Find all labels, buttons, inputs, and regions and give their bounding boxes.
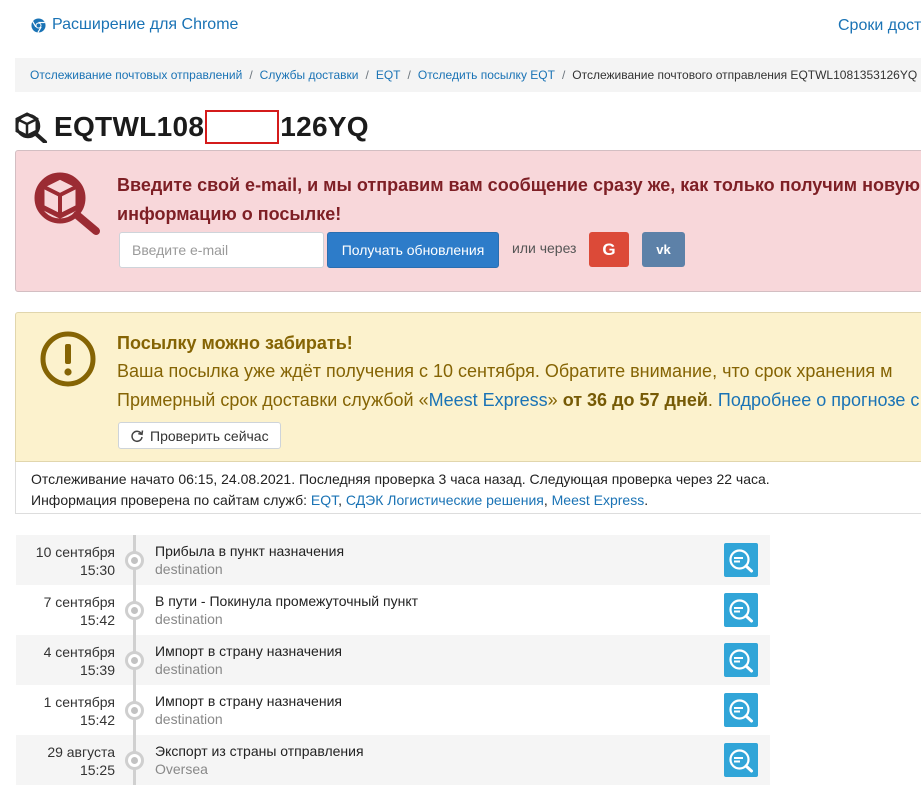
- timeline-dot: [125, 751, 144, 770]
- tracking-event: 1 сентября 15:42 Импорт в страну назначе…: [16, 685, 770, 735]
- event-date: 29 августа: [47, 744, 115, 760]
- email-field[interactable]: [119, 232, 324, 268]
- event-date: 7 сентября: [43, 594, 115, 610]
- event-location: destination: [155, 611, 223, 627]
- package-search-icon: [34, 172, 100, 235]
- vk-icon: vk: [656, 242, 671, 257]
- delivery-terms-link[interactable]: Сроки доста: [838, 17, 921, 35]
- event-time: 15:30: [79, 562, 115, 578]
- track-search-icon: [729, 749, 753, 773]
- estimate-suffix: .: [707, 390, 718, 410]
- breadcrumb-separator: /: [407, 68, 411, 82]
- package-search-icon: [15, 112, 47, 143]
- event-location: destination: [155, 711, 223, 727]
- forecast-details-link[interactable]: Подробнее о прогнозе с: [718, 390, 920, 410]
- event-time: 15:42: [79, 612, 115, 628]
- estimate-mid: »: [547, 390, 563, 410]
- event-title: Экспорт из страны отправления: [155, 743, 364, 759]
- redaction-box: [205, 110, 280, 144]
- timeline-dot: [125, 651, 144, 670]
- event-datetime: 1 сентября 15:42: [16, 693, 115, 729]
- breadcrumb-separator: /: [561, 68, 566, 82]
- track-search-icon: [729, 599, 753, 623]
- breadcrumb-separator: /: [365, 68, 369, 82]
- refresh-icon: [131, 429, 144, 442]
- event-date: 4 сентября: [43, 644, 115, 660]
- chrome-icon: [31, 17, 46, 33]
- tracking-event: 10 сентября 15:30 Прибыла в пункт назнач…: [16, 535, 770, 585]
- event-title: Импорт в страну назначения: [155, 693, 342, 709]
- event-time: 15:25: [79, 762, 115, 778]
- status-headline: Посылку можно забирать!: [117, 333, 353, 353]
- track-search-icon: [729, 699, 753, 723]
- tracking-events-list: 10 сентября 15:30 Прибыла в пункт назнач…: [16, 535, 770, 785]
- event-time: 15:42: [79, 712, 115, 728]
- event-datetime: 4 сентября 15:39: [16, 643, 115, 679]
- subscribe-alert: Введите свой e-mail, и мы отправим вам с…: [15, 150, 921, 292]
- status-alert: Посылку можно забирать! Ваша посылка уже…: [15, 312, 921, 462]
- event-details-button[interactable]: [724, 593, 758, 627]
- event-details-button[interactable]: [724, 693, 758, 727]
- services-checked-text: Информация проверена по сайтам служб: EQ…: [31, 492, 649, 508]
- tracking-event: 4 сентября 15:39 Импорт в страну назначе…: [16, 635, 770, 685]
- event-date: 10 сентября: [35, 544, 115, 560]
- event-title: Импорт в страну назначения: [155, 643, 342, 659]
- event-details-button[interactable]: [724, 543, 758, 577]
- tracking-started-text: Отслеживание начато 06:15, 24.08.2021. П…: [31, 471, 770, 487]
- tracking-number-suffix: 126YQ: [280, 111, 369, 142]
- services-suffix: .: [644, 492, 649, 508]
- subscribe-message: Введите свой e-mail, и мы отправим вам с…: [117, 175, 920, 224]
- status-delivery-estimate: Примерный срок доставки службой «Meest E…: [117, 390, 919, 411]
- timeline-dot: [125, 701, 144, 720]
- tracking-number-prefix: EQTWL108: [54, 111, 205, 142]
- timeline-dot: [125, 601, 144, 620]
- delivery-duration: от 36 до 57 дней: [562, 390, 708, 410]
- check-now-button[interactable]: Проверить сейчас: [118, 422, 281, 449]
- breadcrumb: Отслеживание почтовых отправлений / Служ…: [15, 58, 921, 92]
- timeline-dot: [125, 551, 144, 570]
- services-prefix: Информация проверена по сайтам служб:: [31, 492, 311, 508]
- service-link-eqt[interactable]: EQT: [311, 492, 338, 508]
- event-title: Прибыла в пункт назначения: [155, 543, 345, 559]
- event-datetime: 7 сентября 15:42: [16, 593, 115, 629]
- service-link-meest[interactable]: Meest Express: [552, 492, 645, 508]
- event-details-button[interactable]: [724, 643, 758, 677]
- status-storage-text: Ваша посылка уже ждёт получения с 10 сен…: [117, 361, 893, 381]
- event-details-button[interactable]: [724, 743, 758, 777]
- event-location: Oversea: [155, 761, 208, 777]
- exclamation-icon: [40, 331, 96, 387]
- get-updates-button[interactable]: Получать обновления: [327, 232, 499, 268]
- event-location: destination: [155, 561, 223, 577]
- event-location: destination: [155, 661, 223, 677]
- page-title: EQTWL108 126YQ: [14, 110, 369, 144]
- event-datetime: 10 сентября 15:30: [16, 543, 115, 579]
- breadcrumb-link[interactable]: Отслеживание почтовых отправлений: [30, 68, 242, 82]
- breadcrumb-link[interactable]: Отследить посылку EQT: [418, 68, 555, 82]
- breadcrumb-link[interactable]: Службы доставки: [260, 68, 359, 82]
- chrome-extension-label: Расширение для Chrome: [52, 16, 239, 33]
- track-search-icon: [729, 649, 753, 673]
- breadcrumb-current: Отслеживание почтового отправления EQTWL…: [572, 68, 918, 82]
- tracking-event: 7 сентября 15:42 В пути - Покинула проме…: [16, 585, 770, 635]
- breadcrumb-link[interactable]: EQT: [376, 68, 401, 82]
- track-search-icon: [729, 549, 753, 573]
- event-datetime: 29 августа 15:25: [16, 743, 115, 779]
- check-now-label: Проверить сейчас: [150, 427, 269, 444]
- or-via-label: или через: [512, 240, 577, 256]
- chrome-extension-link[interactable]: Расширение для Chrome: [31, 16, 238, 34]
- estimate-prefix: Примерный срок доставки службой «: [117, 390, 429, 410]
- top-bar: Расширение для Chrome Сроки доста: [0, 0, 921, 52]
- event-time: 15:39: [79, 662, 115, 678]
- google-login-button[interactable]: G: [589, 232, 629, 267]
- event-date: 1 сентября: [43, 694, 115, 710]
- service-link-cdek[interactable]: СДЭК Логистические решения: [346, 492, 544, 508]
- tracking-info: Отслеживание начато 06:15, 24.08.2021. П…: [15, 462, 921, 514]
- event-title: В пути - Покинула промежуточный пункт: [155, 593, 419, 609]
- breadcrumb-separator: /: [249, 68, 253, 82]
- google-icon: G: [602, 239, 616, 259]
- tracking-event: 29 августа 15:25 Экспорт из страны отпра…: [16, 735, 770, 785]
- vk-login-button[interactable]: vk: [642, 232, 685, 267]
- service-link[interactable]: Meest Express: [429, 390, 548, 410]
